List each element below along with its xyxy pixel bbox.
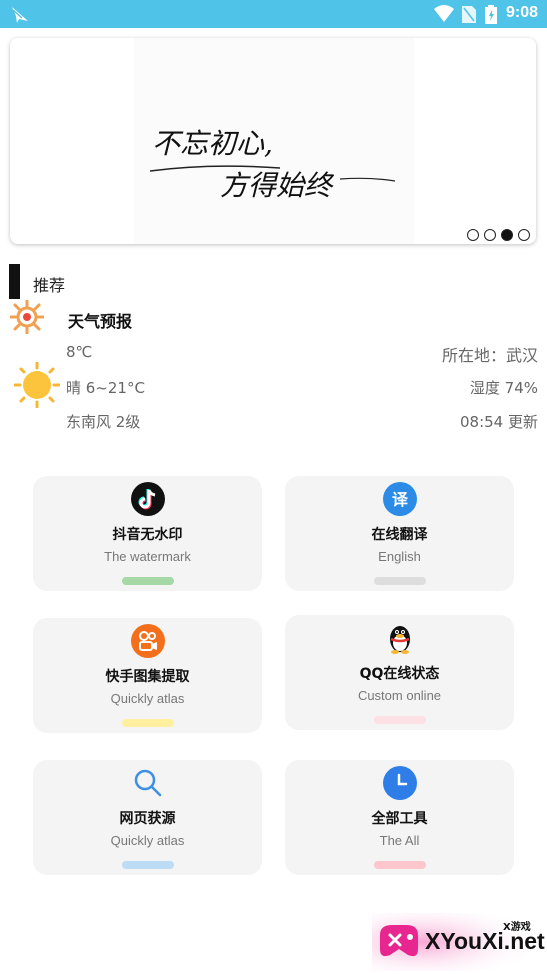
tool-subtitle: The watermark xyxy=(104,549,191,564)
tool-title: 抖音无水印 xyxy=(112,527,183,543)
carousel-dot-active[interactable] xyxy=(501,229,513,241)
carousel-dot[interactable] xyxy=(518,229,530,241)
banner-carousel[interactable]: 不忘初心, 方得始终 xyxy=(10,38,536,244)
battery-icon xyxy=(485,5,497,24)
weather-humidity: 湿度 74% xyxy=(469,379,538,397)
carousel-indicator xyxy=(467,229,530,241)
tool-title: QQ在线状态 xyxy=(359,666,440,682)
tool-title: 全部工具 xyxy=(371,811,428,827)
tool-accent-pill xyxy=(121,861,174,869)
section-title: 推荐 xyxy=(33,276,66,295)
tool-card-all-tools[interactable]: 全部工具 The All xyxy=(285,760,514,875)
sim-icon xyxy=(462,6,476,23)
weather-updated: 08:54 更新 xyxy=(460,413,538,431)
tool-title: 在线翻译 xyxy=(371,527,428,543)
weather-title: 天气预报 xyxy=(68,312,133,331)
search-icon xyxy=(134,769,161,797)
tool-subtitle: Quickly atlas xyxy=(110,691,185,706)
section-marker xyxy=(9,264,20,299)
carousel-dot[interactable] xyxy=(484,229,496,241)
calligraphy-art: 不忘初心, 方得始终 xyxy=(150,127,396,202)
tool-subtitle: English xyxy=(378,549,421,564)
status-bar: 9:08 xyxy=(0,0,547,28)
calligraphy-line2: 方得始终 xyxy=(220,169,335,202)
carousel-dot[interactable] xyxy=(467,229,479,241)
tool-card-webpage-source[interactable]: 网页获源 Quickly atlas xyxy=(33,760,262,875)
weather-current-temp: 8℃ xyxy=(66,343,93,361)
tool-subtitle: Quickly atlas xyxy=(110,833,185,848)
weather-condition-range: 晴 6~21°C xyxy=(66,379,145,397)
tool-card-qq[interactable]: QQ在线状态 Custom online xyxy=(285,615,514,730)
tool-accent-pill xyxy=(121,719,174,727)
tool-title: 快手图集提取 xyxy=(105,669,190,685)
tool-accent-pill xyxy=(373,716,426,724)
weather-location: 所在地：武汉 xyxy=(441,346,538,365)
kuaishou-icon xyxy=(130,624,165,658)
tool-accent-pill xyxy=(373,861,426,869)
weather-wind: 东南风 2级 xyxy=(66,413,141,431)
tool-accent-pill xyxy=(121,577,174,585)
tool-subtitle: The All xyxy=(379,833,420,848)
watermark-text: XYouXi.net xyxy=(425,928,545,954)
tiktok-icon xyxy=(130,482,165,516)
sunny-icon xyxy=(14,362,60,408)
tool-card-tiktok[interactable]: 抖音无水印 The watermark xyxy=(33,476,262,591)
status-time: 9:08 xyxy=(506,4,539,21)
app-notification-icon xyxy=(12,7,28,23)
translate-icon: 译 xyxy=(382,482,417,516)
calligraphy-line1: 不忘初心, xyxy=(152,127,273,160)
tool-subtitle: Custom online xyxy=(357,688,442,703)
weather-sun-icon xyxy=(10,300,44,334)
svg-text:译: 译 xyxy=(391,490,408,509)
tool-accent-pill xyxy=(373,577,426,585)
tool-card-translate[interactable]: 译 在线翻译 English xyxy=(285,476,514,591)
tool-title: 网页获源 xyxy=(119,811,176,827)
clock-icon xyxy=(382,766,417,800)
wifi-icon xyxy=(434,5,454,22)
qq-penguin-icon xyxy=(389,626,410,654)
tool-card-kuaishou[interactable]: 快手图集提取 Quickly atlas xyxy=(33,618,262,733)
